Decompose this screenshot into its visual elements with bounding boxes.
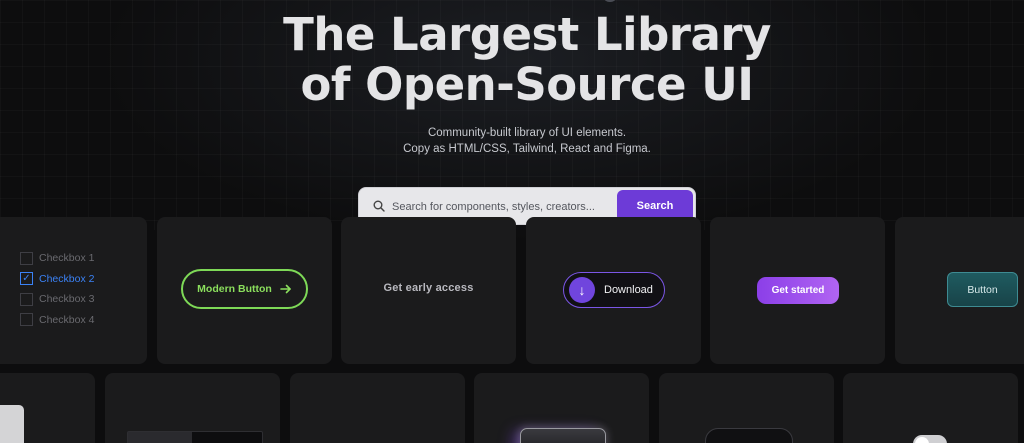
search-input[interactable] — [390, 197, 618, 217]
checkbox-label: Checkbox 2 — [39, 272, 95, 285]
card-row2-6 — [843, 373, 1018, 443]
progress-bar — [127, 431, 263, 443]
get-started-button[interactable]: Get started — [757, 277, 839, 304]
glow-button[interactable] — [520, 428, 606, 443]
get-early-access-button[interactable]: Get early access — [341, 281, 516, 295]
card-modern-button: Modern Button — [157, 217, 332, 364]
checkbox-label: Checkbox 1 — [39, 252, 95, 264]
search-icon — [373, 200, 385, 212]
arrow-down-icon: ↓ — [569, 277, 595, 303]
card-row2-2 — [105, 373, 280, 443]
arrow-right-icon — [280, 284, 291, 294]
checkbox-box[interactable] — [20, 313, 33, 326]
check-icon[interactable]: ✓ — [20, 272, 33, 285]
checkbox-box[interactable] — [20, 292, 33, 306]
dark-pill-button[interactable] — [705, 428, 793, 443]
page: The Largest Library of Open-Source UI Co… — [0, 0, 1024, 443]
hero-title-line-1: The Largest Library — [283, 8, 771, 61]
card-early-access: Get early access — [341, 217, 516, 364]
teal-button[interactable]: Button — [947, 272, 1018, 307]
checkbox-label: Checkbox 4 — [39, 313, 95, 326]
card-teal-button: Button — [895, 217, 1024, 364]
checkbox-box[interactable] — [20, 251, 33, 265]
hero-subtitle: Community-built library of UI elements. … — [0, 125, 1024, 157]
checkbox-item-4[interactable]: Checkbox 4 — [20, 313, 94, 327]
card-row2-4 — [474, 373, 649, 443]
card-row2-3 — [290, 373, 465, 443]
card-get-started: Get started — [710, 217, 885, 364]
download-button[interactable]: ↓ Download — [563, 272, 665, 308]
hero-title-line-2: of Open-Source UI — [300, 58, 754, 111]
checkbox-list: Checkbox 1 ✓ Checkbox 2 Checkbox 3 Check… — [20, 251, 94, 333]
checkbox-item-1[interactable]: Checkbox 1 — [20, 251, 94, 265]
modern-button-label: Modern Button — [197, 283, 272, 295]
modern-button[interactable]: Modern Button — [181, 269, 308, 309]
checkbox-item-3[interactable]: Checkbox 3 — [20, 292, 94, 306]
side-tab[interactable] — [0, 405, 24, 443]
hero-subtitle-line-2: Copy as HTML/CSS, Tailwind, React and Fi… — [403, 143, 651, 155]
card-checkboxes: Checkbox 1 ✓ Checkbox 2 Checkbox 3 Check… — [0, 217, 147, 364]
download-label: Download — [604, 284, 653, 296]
card-download: ↓ Download — [526, 217, 701, 364]
card-row2-5 — [659, 373, 834, 443]
hero-subtitle-line-1: Community-built library of UI elements. — [427, 127, 627, 139]
checkbox-item-2[interactable]: ✓ Checkbox 2 — [20, 272, 94, 286]
hero-title: The Largest Library of Open-Source UI — [0, 10, 1024, 110]
checkbox-label: Checkbox 3 — [39, 293, 95, 305]
toggle-switch[interactable] — [913, 435, 947, 443]
